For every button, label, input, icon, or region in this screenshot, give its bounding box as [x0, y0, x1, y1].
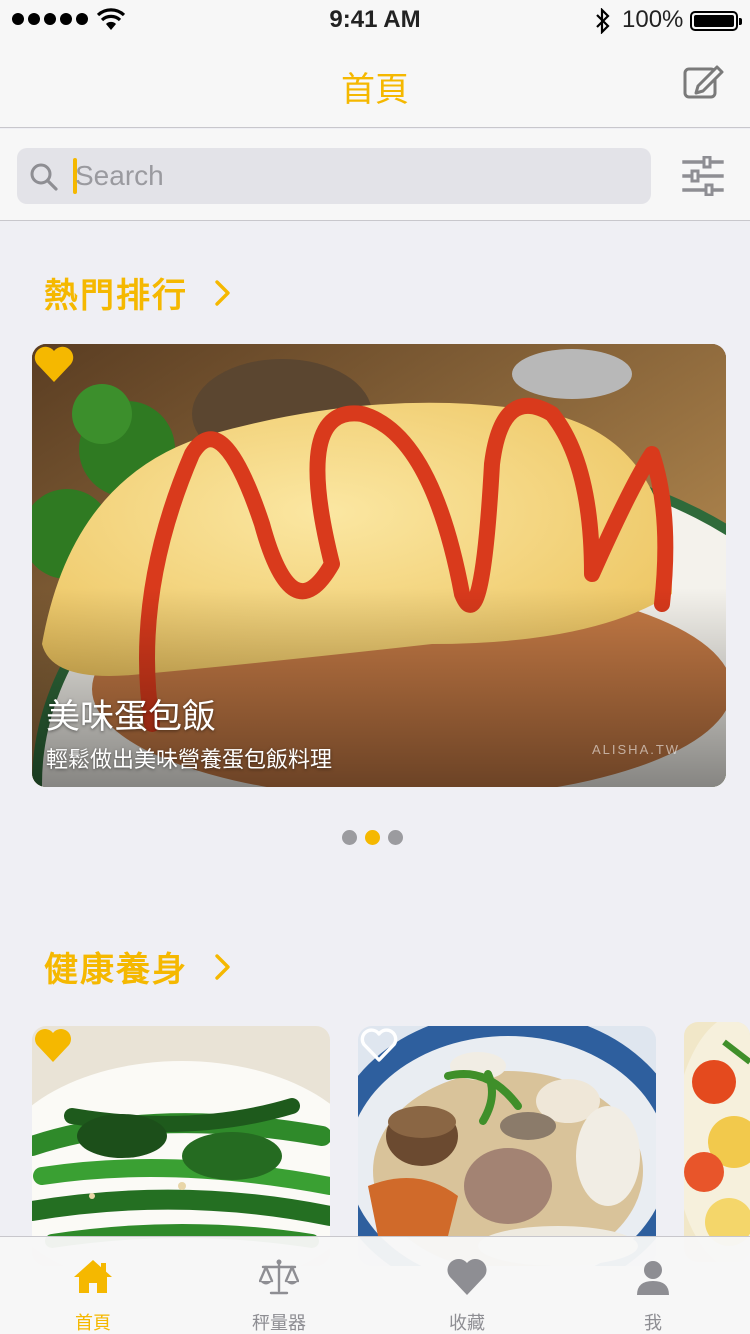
- featured-title: 美味蛋包飯: [46, 697, 216, 737]
- bluetooth-icon: [596, 8, 610, 34]
- soup-photo: [358, 1026, 656, 1266]
- tab-label: 收藏: [449, 1313, 485, 1334]
- tab-profile[interactable]: 我: [593, 1237, 713, 1334]
- person-icon: [637, 1261, 669, 1295]
- battery-percent: 100%: [622, 6, 684, 33]
- featured-subtitle: 輕鬆做出美味營養蛋包飯料理: [46, 748, 333, 773]
- search-field[interactable]: [17, 148, 651, 204]
- section-title: 熱門排行: [44, 276, 188, 316]
- section-title: 健康養身: [44, 950, 188, 990]
- tab-label: 我: [644, 1313, 662, 1334]
- status-bar: 9:41 AM 100%: [0, 0, 750, 40]
- chevron-right-icon: [215, 279, 230, 306]
- chevron-right-icon: [215, 953, 230, 980]
- section-header-popular[interactable]: 熱門排行: [44, 268, 234, 317]
- heart-icon[interactable]: [32, 344, 76, 384]
- tab-favorites[interactable]: 收藏: [407, 1237, 527, 1334]
- recipe-card[interactable]: [684, 1022, 750, 1262]
- search-bar: [0, 129, 750, 221]
- recipe-card[interactable]: [32, 1026, 330, 1266]
- page-dot[interactable]: [342, 830, 357, 845]
- home-icon: [74, 1260, 112, 1293]
- search-input[interactable]: [75, 156, 635, 196]
- greens-photo: [32, 1026, 330, 1266]
- compose-icon[interactable]: [682, 64, 726, 100]
- featured-recipe-card[interactable]: 美味蛋包飯 輕鬆做出美味營養蛋包飯料理 ALISHA.TW: [32, 344, 726, 787]
- photo-watermark: ALISHA.TW: [592, 742, 681, 757]
- heart-outline-icon[interactable]: [358, 1026, 400, 1064]
- page-dot[interactable]: [388, 830, 403, 845]
- search-icon: [30, 163, 58, 191]
- scale-icon: [259, 1259, 299, 1295]
- navigation-bar: 首頁: [0, 40, 750, 128]
- carousel-page-indicator[interactable]: [342, 830, 403, 845]
- heart-icon: [447, 1258, 487, 1295]
- tab-label: 秤量器: [252, 1313, 306, 1334]
- recipe-card[interactable]: [358, 1026, 656, 1266]
- section-header-health[interactable]: 健康養身: [44, 942, 234, 991]
- page-title: 首頁: [341, 70, 409, 110]
- tab-label: 首頁: [75, 1313, 111, 1334]
- tab-scale[interactable]: 秤量器: [219, 1237, 339, 1334]
- page-dot-active[interactable]: [365, 830, 380, 845]
- tomato-egg-photo: [684, 1022, 750, 1262]
- filter-sliders-icon[interactable]: [682, 156, 724, 196]
- battery-icon: [690, 11, 742, 31]
- heart-icon[interactable]: [32, 1026, 74, 1064]
- tab-home[interactable]: 首頁: [33, 1237, 153, 1334]
- tab-bar: 首頁 秤量器 收藏 我: [0, 1236, 750, 1334]
